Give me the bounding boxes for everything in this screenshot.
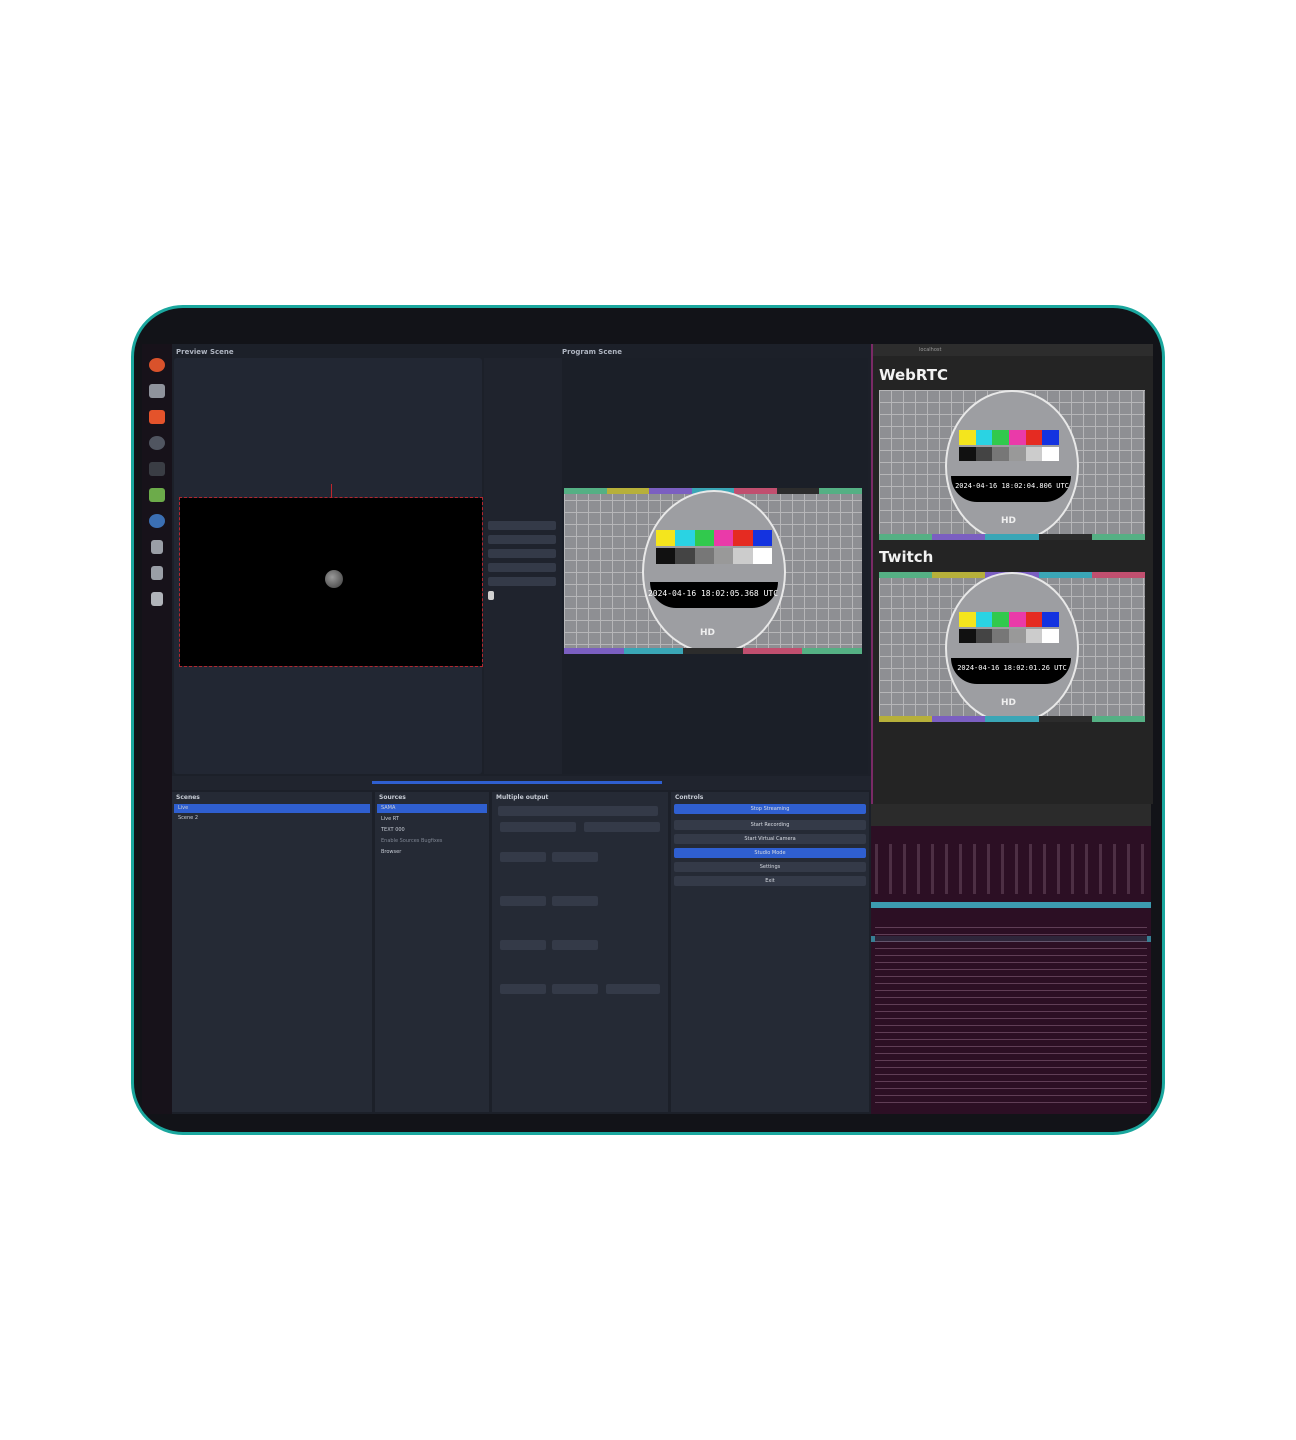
- terminal-window[interactable]: [871, 804, 1151, 1114]
- start-all-button[interactable]: [500, 822, 576, 832]
- stop-all-button[interactable]: [584, 822, 660, 832]
- sources-title: Sources: [379, 794, 406, 801]
- studio-mode-button[interactable]: Studio Mode: [674, 848, 866, 858]
- modify-button[interactable]: [552, 984, 598, 994]
- twitch-timestamp: 2024-04-16 18:02:01.26 UTC: [957, 664, 1067, 672]
- terminal-icon[interactable]: [149, 462, 165, 476]
- twitch-test-card: 2024-04-16 18:02:01.26 UTC HD: [879, 572, 1145, 722]
- source-item[interactable]: Live RT: [377, 815, 487, 824]
- controls-dock: Controls Stop Streaming Start Recording …: [671, 792, 869, 1112]
- fade-to-black-button[interactable]: [488, 577, 556, 586]
- firefox-icon[interactable]: [149, 358, 165, 372]
- process-list: [875, 924, 1147, 1108]
- program-timestamp: 2024-04-16 18:02:05.368 UTC: [647, 589, 779, 598]
- fade-button[interactable]: [488, 563, 556, 572]
- quick-transitions-button[interactable]: [488, 535, 556, 544]
- source-item[interactable]: Enable Sources Bugfixes: [377, 837, 487, 846]
- modify-button[interactable]: [552, 896, 598, 906]
- start-button[interactable]: [500, 852, 546, 862]
- obs-window: Preview Scene Program Scene 2024-04-16 1…: [172, 344, 871, 1114]
- start-button[interactable]: [500, 984, 546, 994]
- source-item[interactable]: TEXT 000: [377, 826, 487, 835]
- trash-icon[interactable]: [151, 592, 163, 606]
- preview-title: Preview Scene: [176, 348, 234, 356]
- desktop-screen: Preview Scene Program Scene 2024-04-16 1…: [134, 308, 1162, 1132]
- media-progress[interactable]: [372, 781, 662, 784]
- twitch-title: Twitch: [879, 548, 934, 566]
- sources-dock: Sources SAMA Live RT TEXT 000 Enable Sou…: [375, 792, 489, 1112]
- scene-item[interactable]: Live: [174, 804, 370, 813]
- image-viewer-icon[interactable]: [149, 488, 165, 502]
- multiple-output-dock: Multiple output: [492, 792, 668, 1112]
- program-title: Program Scene: [562, 348, 622, 356]
- cut-button[interactable]: [488, 549, 556, 558]
- webrtc-title: WebRTC: [879, 366, 949, 384]
- transition-panel: [484, 358, 562, 774]
- start-virtual-camera-button[interactable]: Start Virtual Camera: [674, 834, 866, 844]
- browser-icon[interactable]: [149, 514, 165, 528]
- multiple-output-title: Multiple output: [496, 794, 549, 801]
- program-canvas: 2024-04-16 18:02:05.368 UTC HD: [562, 358, 868, 774]
- document-icon-2[interactable]: [151, 566, 163, 580]
- modify-button[interactable]: [552, 852, 598, 862]
- cpu-meters: [875, 844, 1147, 894]
- stop-button[interactable]: [500, 896, 546, 906]
- transition-button[interactable]: [488, 521, 556, 530]
- process-header: [871, 902, 1151, 908]
- document-icon[interactable]: [151, 540, 163, 554]
- scenes-title: Scenes: [176, 794, 200, 801]
- obs-icon[interactable]: [149, 436, 165, 450]
- url-bar[interactable]: localhost: [873, 344, 1153, 356]
- stop-button[interactable]: [500, 940, 546, 950]
- bounding-handle[interactable]: [331, 484, 332, 498]
- files-icon[interactable]: [149, 384, 165, 398]
- terminal-header: [871, 804, 1151, 826]
- preview-source[interactable]: [179, 484, 483, 667]
- hd-logo: HD: [1001, 698, 1017, 708]
- add-target-button[interactable]: [498, 806, 658, 816]
- hd-logo: HD: [1001, 516, 1017, 526]
- preview-canvas[interactable]: [174, 358, 483, 774]
- controls-title: Controls: [675, 794, 704, 801]
- source-item[interactable]: Browser: [377, 848, 487, 857]
- source-item[interactable]: SAMA: [377, 804, 487, 813]
- app-store-icon[interactable]: [149, 410, 165, 424]
- delete-button[interactable]: [606, 984, 660, 994]
- hd-logo: HD: [700, 628, 716, 638]
- transition-slider[interactable]: [488, 591, 494, 600]
- start-recording-button[interactable]: Start Recording: [674, 820, 866, 830]
- moon-image: [325, 570, 343, 588]
- app-dock: [142, 344, 172, 1114]
- exit-button[interactable]: Exit: [674, 876, 866, 886]
- webrtc-test-card: 2024-04-16 18:02:04.806 UTC HD: [879, 390, 1145, 540]
- playback-bar: [172, 776, 871, 790]
- stop-streaming-button[interactable]: Stop Streaming: [674, 804, 866, 814]
- tablet-frame: Preview Scene Program Scene 2024-04-16 1…: [131, 305, 1165, 1135]
- settings-button[interactable]: Settings: [674, 862, 866, 872]
- modify-button[interactable]: [552, 940, 598, 950]
- webrtc-timestamp: 2024-04-16 18:02:04.806 UTC: [955, 482, 1069, 490]
- scenes-dock: Scenes Live Scene 2: [172, 792, 372, 1112]
- program-test-card: 2024-04-16 18:02:05.368 UTC HD: [564, 488, 862, 654]
- scene-item[interactable]: Scene 2: [174, 814, 370, 823]
- browser-window: localhost WebRTC 2024-04-16 18:02:04.806…: [871, 344, 1153, 804]
